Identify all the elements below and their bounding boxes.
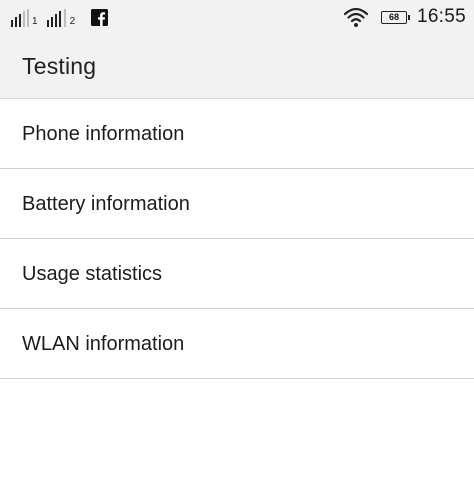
menu-item-battery-information[interactable]: Battery information (0, 169, 474, 239)
signal-sim1-icon (11, 9, 29, 27)
status-bar-left: 1 2 (10, 7, 109, 27)
battery-icon: 68 (380, 10, 410, 24)
menu-item-usage-statistics[interactable]: Usage statistics (0, 239, 474, 309)
menu-item-wlan-information[interactable]: WLAN information (0, 309, 474, 379)
menu-item-phone-information[interactable]: Phone information (0, 99, 474, 169)
sim2-label: 2 (69, 16, 76, 27)
status-bar: 1 2 68 16:55 (0, 0, 474, 34)
status-clock: 16:55 (416, 6, 466, 27)
sim1-label: 1 (32, 16, 38, 27)
page-title: Testing (22, 53, 97, 79)
facebook-icon (91, 8, 109, 26)
status-bar-right: 68 16:55 (343, 4, 466, 30)
menu-item-label: Phone information (22, 123, 185, 145)
app-bar: Testing (0, 34, 474, 99)
menu-list: Phone information Battery information Us… (0, 99, 474, 379)
battery-level: 68 (388, 11, 399, 22)
menu-item-label: Battery information (22, 193, 190, 215)
menu-item-label: WLAN information (22, 333, 185, 355)
menu-item-label: Usage statistics (22, 263, 163, 285)
wifi-icon (343, 7, 369, 27)
signal-sim2-icon (46, 9, 66, 27)
